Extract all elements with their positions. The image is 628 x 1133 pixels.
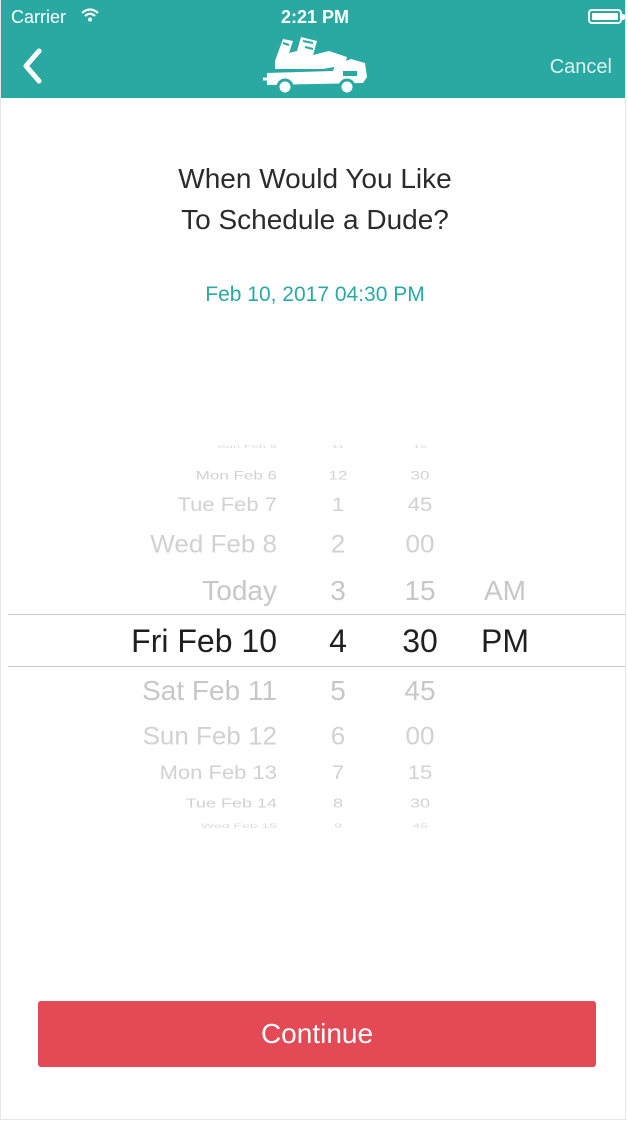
picker-row[interactable]: Sun Feb 12 6 00 [1,719,625,753]
picker-hour-cell: 4 [329,623,347,659]
nav-bar: Carrier 2:21 PM Cancel [1,0,625,98]
app-screen: Carrier 2:21 PM Cancel When Would You Li… [0,0,626,1120]
picker-minute-cell: 30 [402,623,438,659]
picker-date-cell: Sun Feb 12 [142,721,277,751]
picker-row-selected[interactable]: Fri Feb 10 4 30 PM [1,621,625,661]
picker-hour-cell: 8 [332,795,343,811]
picker-date-cell: Mon Feb 6 [195,468,277,483]
picker-row[interactable]: Wed Feb 8 2 00 [1,527,625,561]
picker-date-cell: Wed Feb 8 [150,529,277,559]
picker-minute-cell: 45 [404,675,436,706]
picker-minute-cell: 30 [410,468,430,483]
picker-hour-cell: 6 [330,721,346,751]
date-time-picker[interactable]: Sun Feb 5 11 15 Mon Feb 6 12 30 Tue Feb 7 1 45 We… [1,430,625,840]
picker-date-cell: Sun Feb 5 [217,443,277,450]
picker-hour-cell: 12 [328,468,348,483]
picker-hour-cell: 2 [330,529,346,559]
cancel-button[interactable]: Cancel [550,56,612,79]
status-time: 2:21 PM [280,7,350,27]
picker-selection-bottom-line [8,666,625,667]
page-title: When Would You Like To Schedule a Dude? [1,158,625,240]
chevron-left-icon[interactable] [17,46,47,86]
picker-ampm-cell: PM [481,623,529,659]
picker-date-cell: Fri Feb 10 [131,623,277,659]
picker-row[interactable]: Wed Feb 15 9 45 [1,815,625,837]
status-bar: Carrier 2:21 PM [1,0,625,34]
picker-minute-cell: 30 [409,795,431,811]
picker-hour-cell: 11 [331,443,345,450]
picker-row[interactable]: Sun Feb 5 11 15 [1,436,625,457]
picker-date-cell: Tue Feb 7 [177,493,277,516]
picker-row[interactable]: Tue Feb 7 1 45 [1,490,625,520]
picker-ampm-cell: AM [484,575,526,606]
picker-hour-cell: 7 [331,761,345,784]
picker-row[interactable]: Sat Feb 11 5 45 [1,673,625,709]
picker-date-cell: Wed Feb 15 [200,822,277,830]
picker-minute-cell: 00 [405,721,435,751]
picker-hour-cell: 9 [334,822,342,830]
title-line-2: To Schedule a Dude? [181,204,449,235]
picker-hour-cell: 1 [331,493,345,516]
picker-date-cell: Tue Feb 14 [185,795,277,811]
picker-row[interactable]: Today 3 15 AM [1,573,625,609]
picker-minute-cell: 15 [407,761,433,784]
picker-date-cell: Mon Feb 13 [159,761,277,784]
picker-minute-cell: 00 [405,529,435,559]
picker-minute-cell: 15 [412,443,428,450]
picker-hour-cell: 3 [330,575,346,606]
picker-minute-cell: 15 [404,575,436,606]
battery-icon [588,9,625,24]
picker-minute-cell: 45 [412,822,428,830]
picker-date-cell: Today [202,575,277,606]
picker-hour-cell: 5 [330,675,346,706]
picker-minute-cell: 45 [407,493,433,516]
picker-row[interactable]: Mon Feb 13 7 15 [1,758,625,788]
selected-datetime-label: Feb 10, 2017 04:30 PM [205,283,425,306]
truck-logo-icon [263,37,367,96]
picker-date-cell: Sat Feb 11 [142,675,277,706]
continue-button[interactable]: Continue [38,1001,596,1067]
picker-selection-top-line [8,614,625,615]
picker-row[interactable]: Mon Feb 6 12 30 [1,463,625,488]
picker-row[interactable]: Tue Feb 14 8 30 [1,790,625,816]
title-line-1: When Would You Like [178,163,452,194]
